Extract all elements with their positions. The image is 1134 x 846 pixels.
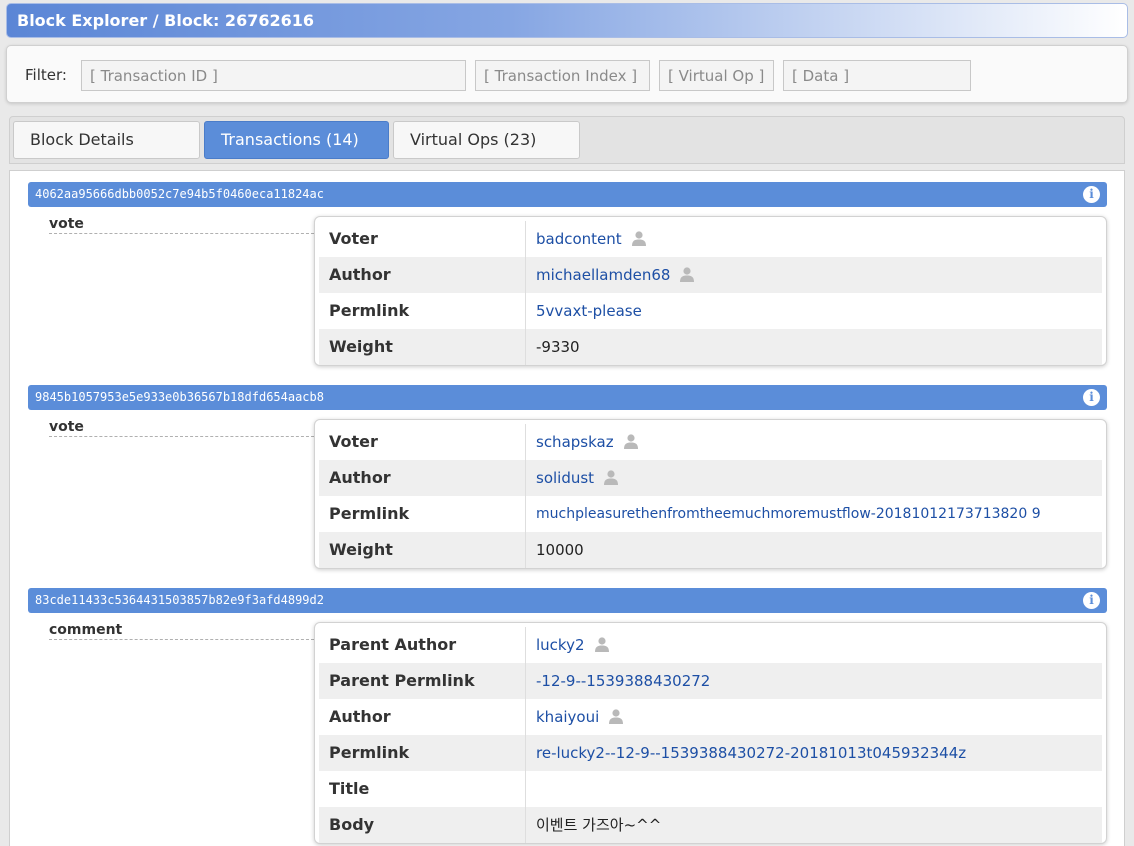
account-link[interactable]: lucky2 — [536, 636, 585, 654]
filter-bar: Filter: — [6, 45, 1128, 103]
user-icon[interactable] — [608, 708, 624, 724]
tab-block-details[interactable]: Block Details — [13, 121, 200, 159]
filter-label: Filter: — [25, 66, 67, 84]
field-value: -9330 — [536, 338, 580, 356]
table-row: Title — [319, 771, 1102, 807]
transaction-id: 4062aa95666dbb0052c7e94b5f0460eca11824ac — [35, 187, 324, 201]
transactions-panel: 4062aa95666dbb0052c7e94b5f0460eca11824ac… — [9, 170, 1125, 846]
field-value[interactable]: michaellamden68 — [526, 257, 1102, 293]
field-value[interactable]: schapskaz — [526, 424, 1102, 460]
table-row: Weight -9330 — [319, 329, 1102, 365]
field-value[interactable]: solidust — [526, 460, 1102, 496]
operation-type: comment — [49, 622, 314, 640]
user-icon[interactable] — [631, 230, 647, 246]
field-key: Weight — [319, 329, 526, 365]
user-icon[interactable] — [679, 266, 695, 282]
operation-details-table: Voter schapskaz Author solidust Permlink… — [314, 419, 1107, 569]
transaction-header[interactable]: 83cde11433c5364431503857b82e9f3afd4899d2… — [28, 588, 1107, 613]
operation-details-table: Parent Author lucky2 Parent Permlink -12… — [314, 622, 1107, 844]
table-row: Author michaellamden68 — [319, 257, 1102, 293]
info-icon[interactable]: i — [1083, 389, 1100, 406]
info-icon[interactable]: i — [1083, 592, 1100, 609]
account-link[interactable]: michaellamden68 — [536, 266, 670, 284]
field-value[interactable]: badcontent — [526, 221, 1102, 257]
table-row: Parent Permlink -12-9--1539388430272 — [319, 663, 1102, 699]
permlink-link[interactable]: muchpleasurethenfromtheemuchmoremustflow… — [526, 496, 1102, 532]
field-value: 10000 — [536, 541, 584, 559]
field-key: Parent Permlink — [319, 663, 526, 699]
transaction-id: 83cde11433c5364431503857b82e9f3afd4899d2 — [35, 593, 324, 607]
table-row: Voter badcontent — [319, 221, 1102, 257]
field-key: Voter — [319, 424, 526, 460]
virtual-op-filter-input[interactable] — [659, 60, 774, 91]
field-key: Author — [319, 257, 526, 293]
table-row: Voter schapskaz — [319, 424, 1102, 460]
operation-details-table: Voter badcontent Author michaellamden68 … — [314, 216, 1107, 366]
transaction-id-filter-input[interactable] — [81, 60, 466, 91]
field-key: Author — [319, 460, 526, 496]
tab-transactions[interactable]: Transactions (14) — [204, 121, 389, 159]
field-key: Permlink — [319, 735, 526, 771]
table-row: Author khaiyoui — [319, 699, 1102, 735]
field-value[interactable]: lucky2 — [526, 627, 1102, 663]
table-row: Parent Author lucky2 — [319, 627, 1102, 663]
user-icon[interactable] — [603, 469, 619, 485]
user-icon[interactable] — [623, 433, 639, 449]
field-value[interactable]: khaiyoui — [526, 699, 1102, 735]
tab-virtual-ops[interactable]: Virtual Ops (23) — [393, 121, 580, 159]
page-title: Block Explorer / Block: 26762616 — [6, 3, 1128, 38]
table-row: Permlink muchpleasurethenfromtheemuchmor… — [319, 496, 1102, 532]
table-row: Body 이벤트 가즈아~^^ — [319, 807, 1102, 843]
field-key: Voter — [319, 221, 526, 257]
permlink-link[interactable]: -12-9--1539388430272 — [526, 663, 1102, 699]
field-key: Weight — [319, 532, 526, 568]
field-key: Title — [319, 771, 526, 807]
info-icon[interactable]: i — [1083, 186, 1100, 203]
transaction-id: 9845b1057953e5e933e0b36567b18dfd654aacb8 — [35, 390, 324, 404]
operation-type: vote — [49, 216, 314, 234]
field-key: Body — [319, 807, 526, 843]
transaction-header[interactable]: 4062aa95666dbb0052c7e94b5f0460eca11824ac… — [28, 182, 1107, 207]
table-row: Weight 10000 — [319, 532, 1102, 568]
transaction-index-filter-input[interactable] — [475, 60, 650, 91]
field-key: Parent Author — [319, 627, 526, 663]
transaction-header[interactable]: 9845b1057953e5e933e0b36567b18dfd654aacb8… — [28, 385, 1107, 410]
operation-type: vote — [49, 419, 314, 437]
field-value — [526, 771, 1102, 807]
account-link[interactable]: badcontent — [536, 230, 622, 248]
field-key: Permlink — [319, 293, 526, 329]
table-row: Permlink re-lucky2--12-9--1539388430272-… — [319, 735, 1102, 771]
table-row: Author solidust — [319, 460, 1102, 496]
field-key: Permlink — [319, 496, 526, 532]
account-link[interactable]: schapskaz — [536, 433, 614, 451]
table-row: Permlink 5vvaxt-please — [319, 293, 1102, 329]
tab-bar: Block Details Transactions (14) Virtual … — [9, 116, 1125, 164]
account-link[interactable]: khaiyoui — [536, 708, 599, 726]
account-link[interactable]: solidust — [536, 469, 594, 487]
user-icon[interactable] — [594, 636, 610, 652]
data-filter-input[interactable] — [783, 60, 971, 91]
field-value: 이벤트 가즈아~^^ — [536, 816, 662, 834]
permlink-link[interactable]: 5vvaxt-please — [526, 293, 1102, 329]
field-key: Author — [319, 699, 526, 735]
permlink-link[interactable]: re-lucky2--12-9--1539388430272-20181013t… — [526, 735, 1102, 771]
